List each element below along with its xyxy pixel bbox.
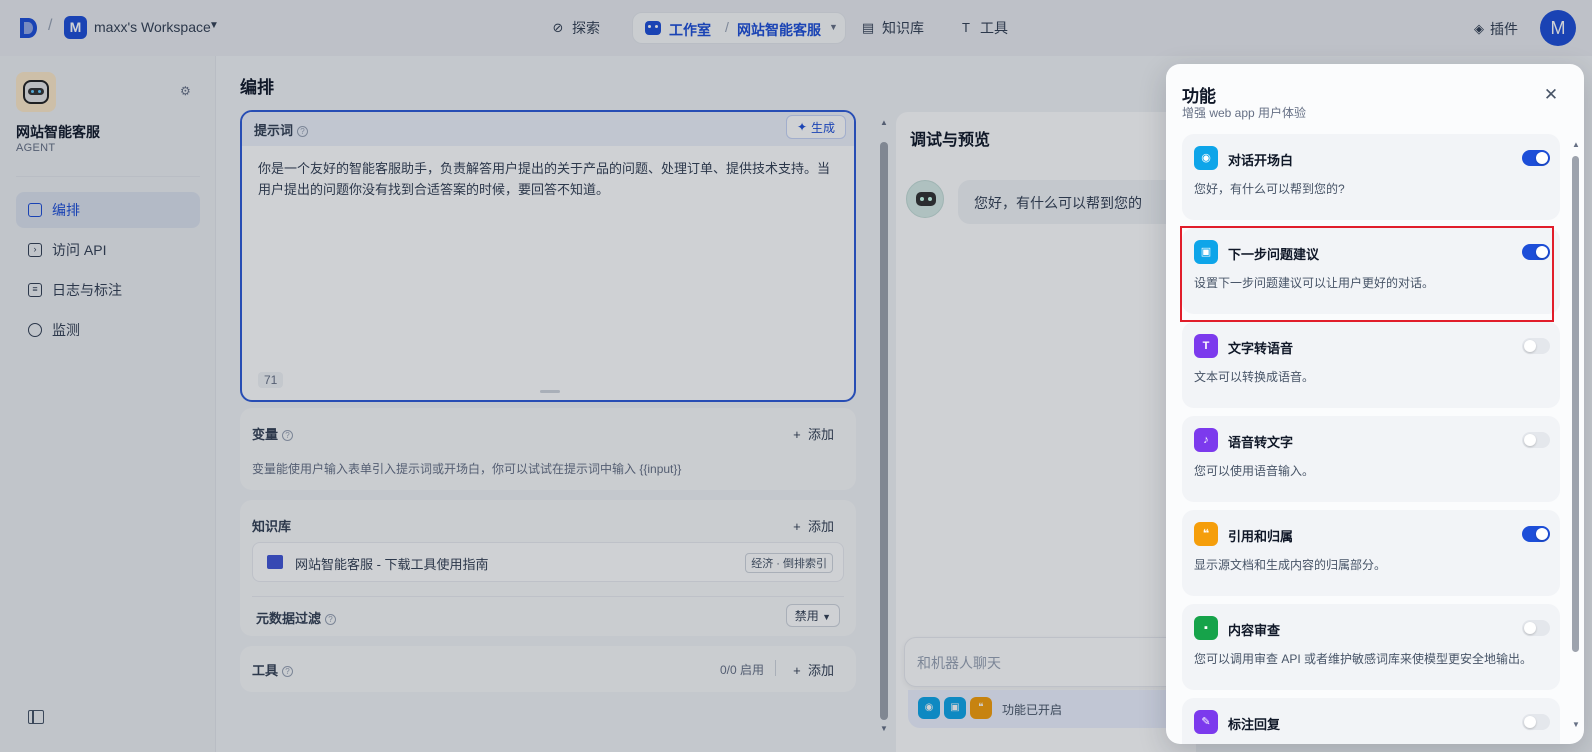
- annotation-reply-toggle[interactable]: [1522, 714, 1550, 730]
- quote-icon: ❝: [1194, 522, 1218, 546]
- chat-opening-toggle[interactable]: [1522, 150, 1550, 166]
- modal-subtitle: 增强 web app 用户体验: [1182, 106, 1307, 120]
- annotation-icon: ✎: [1194, 710, 1218, 734]
- feature-moderation: ▪ 内容审查 您可以调用审查 API 或者维护敏感词库来使模型更安全地输出。: [1182, 604, 1560, 690]
- microphone-icon: ♪: [1194, 428, 1218, 452]
- modal-scrollbar[interactable]: [1572, 156, 1579, 652]
- text-to-speech-toggle[interactable]: [1522, 338, 1550, 354]
- moderation-toggle[interactable]: [1522, 620, 1550, 636]
- features-modal: 功能 增强 web app 用户体验 ✕ ◉ 对话开场白 您好，有什么可以帮到您…: [1166, 64, 1584, 744]
- highlight-box: [1180, 226, 1554, 322]
- scroll-up-arrow[interactable]: ▲: [1572, 140, 1580, 149]
- feature-annotation-reply: ✎ 标注回复: [1182, 698, 1560, 744]
- feature-speech-to-text: ♪ 语音转文字 您可以使用语音输入。: [1182, 416, 1560, 502]
- feature-citation: ❝ 引用和归属 显示源文档和生成内容的归属部分。: [1182, 510, 1560, 596]
- close-icon[interactable]: ✕: [1540, 84, 1562, 106]
- citation-toggle[interactable]: [1522, 526, 1550, 542]
- speech-to-text-toggle[interactable]: [1522, 432, 1550, 448]
- text-to-speech-icon: T: [1194, 334, 1218, 358]
- feature-chat-opening: ◉ 对话开场白 您好，有什么可以帮到您的?: [1182, 134, 1560, 220]
- chat-opening-icon: ◉: [1194, 146, 1218, 170]
- feature-text-to-speech: T 文字转语音 文本可以转换成语音。: [1182, 322, 1560, 408]
- moderation-icon: ▪: [1194, 616, 1218, 640]
- scroll-down-arrow[interactable]: ▼: [1572, 720, 1580, 729]
